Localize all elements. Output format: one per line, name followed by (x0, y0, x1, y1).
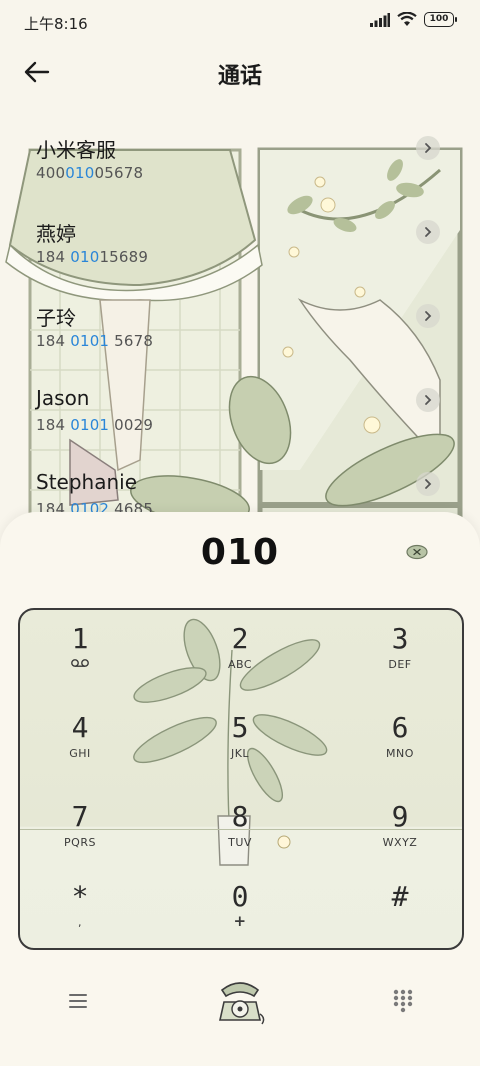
key-digit: * (71, 880, 89, 913)
key-digit: 5 (231, 711, 249, 744)
signal-icon (370, 12, 390, 27)
key-letters: JKL (230, 747, 250, 760)
key-letters: TUV (228, 836, 252, 849)
contact-detail-button[interactable] (416, 472, 440, 496)
contact-detail-button[interactable] (416, 220, 440, 244)
key-7[interactable]: 7 PQRS (20, 788, 140, 868)
key-4[interactable]: 4 GHI (20, 699, 140, 779)
battery-indicator: 100 (424, 12, 457, 27)
key-8[interactable]: 8 TUV (180, 788, 300, 868)
contact-item[interactable]: Jason 184 0101 0029 (0, 372, 480, 456)
contact-name: 小米客服 (36, 138, 116, 162)
contact-number: 184 0101 0029 (36, 416, 154, 434)
backspace-icon (406, 544, 428, 560)
key-letters: + (233, 912, 247, 930)
contact-item[interactable]: 燕婷 184 01015689 (0, 204, 480, 288)
key-1[interactable]: 1 (20, 610, 140, 690)
dialpad-icon (393, 989, 413, 1013)
bottom-action-bar (0, 960, 480, 1040)
contact-name: 子玲 (36, 306, 76, 330)
key-letters: GHI (69, 747, 91, 760)
key-letters: MNO (386, 747, 414, 760)
key-digit: 1 (71, 622, 89, 655)
contact-item[interactable]: 子玲 184 0101 5678 (0, 288, 480, 372)
contact-detail-button[interactable] (416, 388, 440, 412)
key-digit: 9 (391, 800, 409, 833)
matched-digits: 0101 (70, 332, 110, 350)
contact-number: 40001005678 (36, 164, 144, 182)
key-digit: 8 (231, 800, 249, 833)
key-digit: 0 (231, 880, 249, 913)
key-hash[interactable]: # (340, 868, 460, 948)
key-6[interactable]: 6 MNO (340, 699, 460, 779)
wifi-icon (397, 12, 417, 26)
key-0[interactable]: 0 + (180, 868, 300, 948)
chevron-right-icon (425, 395, 432, 405)
key-star[interactable]: * , (20, 868, 140, 948)
contact-detail-button[interactable] (416, 136, 440, 160)
contact-list: 小米客服 40001005678 燕婷 184 01015689 子玲 184 … (0, 120, 480, 540)
call-button[interactable] (212, 974, 268, 1030)
keypad-toggle-button[interactable] (392, 988, 414, 1014)
matched-digits: 010 (70, 248, 100, 266)
chevron-right-icon (425, 143, 432, 153)
status-icons: 100 (370, 12, 457, 27)
rotary-phone-icon (219, 982, 265, 1025)
contact-number: 184 01015689 (36, 248, 149, 266)
key-5[interactable]: 5 JKL (180, 699, 300, 779)
key-digit: # (391, 880, 409, 913)
page-title: 通话 (217, 64, 262, 89)
key-letters: , (78, 916, 82, 929)
chevron-right-icon (425, 479, 432, 489)
matched-digits: 0101 (70, 416, 110, 434)
key-digit: 4 (71, 711, 89, 744)
key-3[interactable]: 3 DEF (340, 610, 460, 690)
contact-item[interactable]: 小米客服 40001005678 (0, 120, 480, 204)
key-digit: 3 (391, 622, 409, 655)
chevron-right-icon (425, 311, 432, 321)
key-letters: ABC (227, 658, 253, 671)
contact-detail-button[interactable] (416, 304, 440, 328)
key-letters: DEF (388, 658, 412, 671)
key-letters: WXYZ (382, 836, 418, 849)
dial-keypad: 1 2 ABC 3 DEF 4 GHI 5 JKL 6 MNO 7 PQRS 8… (18, 608, 464, 950)
battery-level: 100 (429, 14, 449, 24)
contact-name: Stephanie (36, 470, 138, 494)
contact-number: 184 0101 5678 (36, 332, 154, 350)
contact-name: 燕婷 (36, 222, 76, 246)
key-digit: 6 (391, 711, 409, 744)
key-9[interactable]: 9 WXYZ (340, 788, 460, 868)
menu-button[interactable] (66, 990, 90, 1012)
status-time: 上午8:16 (24, 15, 88, 33)
voicemail-icon (71, 659, 89, 667)
key-2[interactable]: 2 ABC (180, 610, 300, 690)
key-letters: PQRS (64, 836, 96, 849)
chevron-right-icon (425, 227, 432, 237)
status-bar: 上午8:16 100 (0, 0, 480, 46)
hamburger-menu-icon (69, 994, 87, 1008)
key-digit: 7 (71, 800, 89, 833)
key-digit: 2 (231, 622, 249, 655)
contact-name: Jason (36, 386, 90, 410)
matched-digits: 010 (65, 164, 95, 182)
delete-button[interactable] (402, 540, 432, 564)
